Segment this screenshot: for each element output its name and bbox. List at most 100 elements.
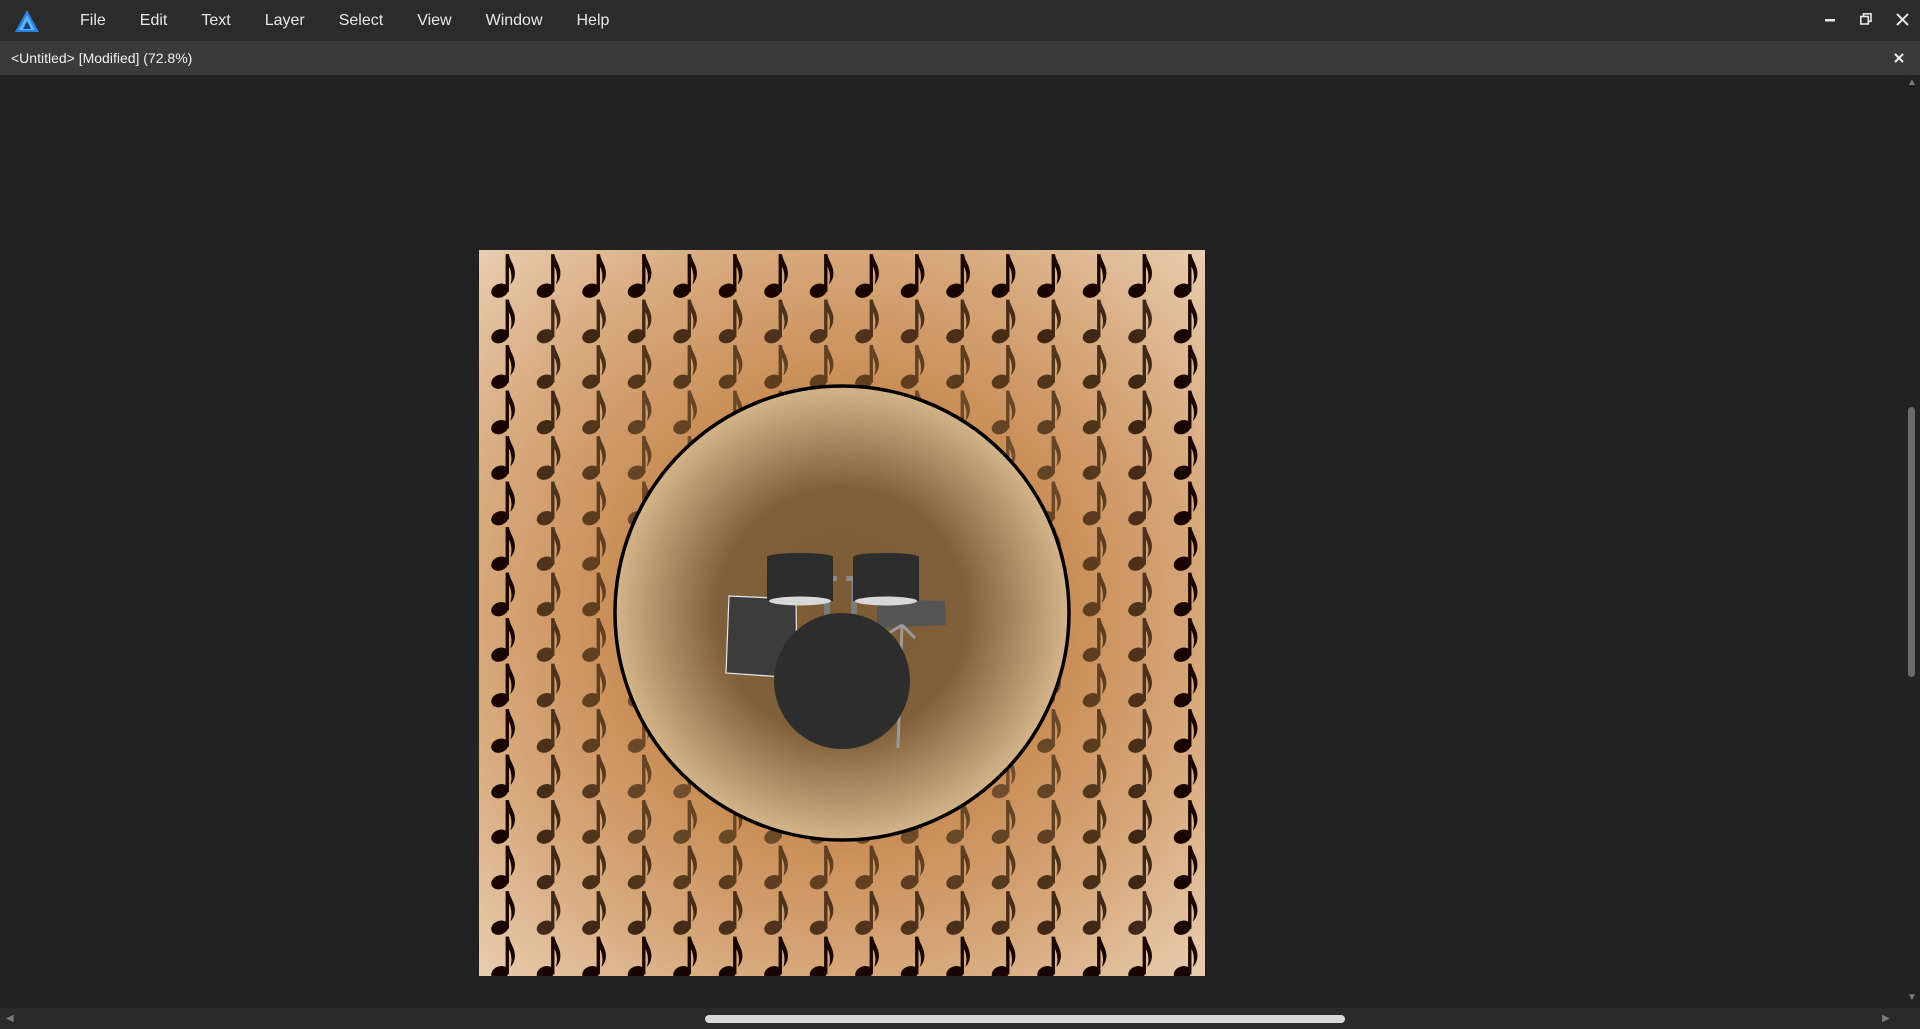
music-note-icon	[1127, 845, 1152, 890]
music-note-icon	[1127, 390, 1152, 435]
restore-button[interactable]	[1848, 0, 1884, 38]
music-note-icon	[1172, 436, 1198, 480]
music-note-icon	[535, 845, 561, 890]
music-note-icon	[1127, 527, 1152, 571]
music-note-icon	[581, 345, 606, 389]
music-note-icon	[626, 390, 652, 435]
music-note-icon	[672, 891, 697, 935]
music-note-icon	[490, 436, 515, 480]
music-note-icon	[808, 254, 834, 298]
music-note-icon	[672, 936, 697, 976]
music-note-icon	[490, 800, 515, 844]
music-note-icon	[808, 891, 834, 935]
music-note-icon	[899, 299, 925, 344]
music-note-icon	[1172, 345, 1198, 389]
music-note-icon	[490, 481, 515, 526]
music-note-icon	[626, 299, 652, 344]
music-note-icon	[1127, 663, 1152, 708]
document-tab-close-button[interactable]	[1890, 49, 1908, 67]
music-note-icon	[535, 390, 561, 435]
horizontal-scrollbar[interactable]: ◀ ▶	[0, 1008, 1903, 1029]
menu-select[interactable]: Select	[322, 0, 400, 41]
music-note-icon	[490, 663, 515, 708]
window-controls	[1812, 0, 1920, 41]
music-note-icon	[535, 299, 561, 344]
music-note-icon	[1081, 299, 1107, 344]
menu-edit[interactable]: Edit	[123, 0, 185, 41]
music-note-icon	[490, 845, 515, 890]
music-note-icon	[1172, 481, 1198, 526]
scroll-up-arrow-icon[interactable]: ▲	[1907, 78, 1917, 88]
menu-layer[interactable]: Layer	[248, 0, 322, 41]
menu-window[interactable]: Window	[469, 0, 560, 41]
music-note-icon	[626, 345, 652, 389]
document-artwork[interactable]	[479, 250, 1205, 976]
music-note-icon	[1127, 345, 1152, 389]
music-note-icon	[763, 345, 788, 389]
music-note-icon	[1172, 254, 1198, 298]
music-note-icon	[1127, 754, 1152, 799]
music-note-icon	[535, 800, 561, 844]
music-note-icon	[535, 254, 561, 298]
music-note-icon	[672, 845, 697, 890]
vertical-scrollbar[interactable]: ▲ ▼	[1903, 75, 1920, 1008]
music-note-icon	[490, 709, 515, 753]
music-note-icon	[1036, 436, 1061, 480]
music-note-icon	[1127, 299, 1152, 344]
music-note-icon	[945, 254, 970, 298]
music-note-icon	[763, 891, 788, 935]
music-note-icon	[1036, 936, 1061, 976]
music-note-icon	[1172, 754, 1198, 799]
music-note-icon	[945, 299, 970, 344]
menu-text[interactable]: Text	[184, 0, 247, 41]
minimize-icon	[1825, 19, 1835, 22]
music-note-icon	[490, 254, 515, 298]
music-note-icon	[899, 345, 925, 389]
close-window-button[interactable]	[1884, 0, 1920, 38]
horizontal-scroll-thumb[interactable]	[705, 1015, 1345, 1023]
music-note-icon	[945, 845, 970, 890]
music-note-icon	[581, 800, 606, 844]
music-note-icon	[581, 254, 606, 298]
scroll-right-arrow-icon[interactable]: ▶	[1882, 1014, 1890, 1024]
music-note-icon	[1036, 390, 1061, 435]
music-note-icon	[581, 572, 606, 617]
music-note-icon	[490, 618, 515, 662]
menu-help[interactable]: Help	[560, 0, 627, 41]
music-note-icon	[490, 527, 515, 571]
music-note-icon	[1081, 800, 1107, 844]
music-note-icon	[535, 936, 561, 976]
music-note-icon	[717, 299, 743, 344]
music-note-icon	[581, 891, 606, 935]
scroll-left-arrow-icon[interactable]: ◀	[6, 1014, 14, 1024]
menu-file[interactable]: File	[63, 0, 123, 41]
music-note-icon	[626, 436, 652, 480]
music-note-icon	[626, 891, 652, 935]
music-note-icon	[717, 845, 743, 890]
music-note-icon	[1172, 299, 1198, 344]
canvas-area[interactable]	[0, 75, 1903, 1008]
music-note-icon	[1172, 845, 1198, 890]
music-note-icon	[1172, 572, 1198, 617]
music-note-icon	[490, 754, 515, 799]
music-note-icon	[535, 572, 561, 617]
music-note-icon	[626, 754, 652, 799]
music-note-icon	[1127, 254, 1152, 298]
music-note-icon	[535, 618, 561, 662]
music-note-icon	[1081, 436, 1107, 480]
minimize-button[interactable]	[1812, 0, 1848, 38]
menu-view[interactable]: View	[400, 0, 468, 41]
music-note-icon	[808, 345, 834, 389]
document-tab-title[interactable]: <Untitled> [Modified] (72.8%)	[11, 50, 192, 66]
music-note-icon	[1081, 618, 1107, 662]
music-note-icon	[763, 299, 788, 344]
music-note-icon	[899, 845, 925, 890]
music-note-icon	[535, 345, 561, 389]
vertical-scroll-thumb[interactable]	[1908, 407, 1915, 677]
affinity-logo-icon[interactable]	[12, 6, 41, 35]
music-note-icon	[1127, 891, 1152, 935]
scroll-down-arrow-icon[interactable]: ▼	[1907, 993, 1917, 1003]
close-icon	[1895, 12, 1909, 26]
music-note-icon	[1127, 481, 1152, 526]
music-note-icon	[1127, 618, 1152, 662]
